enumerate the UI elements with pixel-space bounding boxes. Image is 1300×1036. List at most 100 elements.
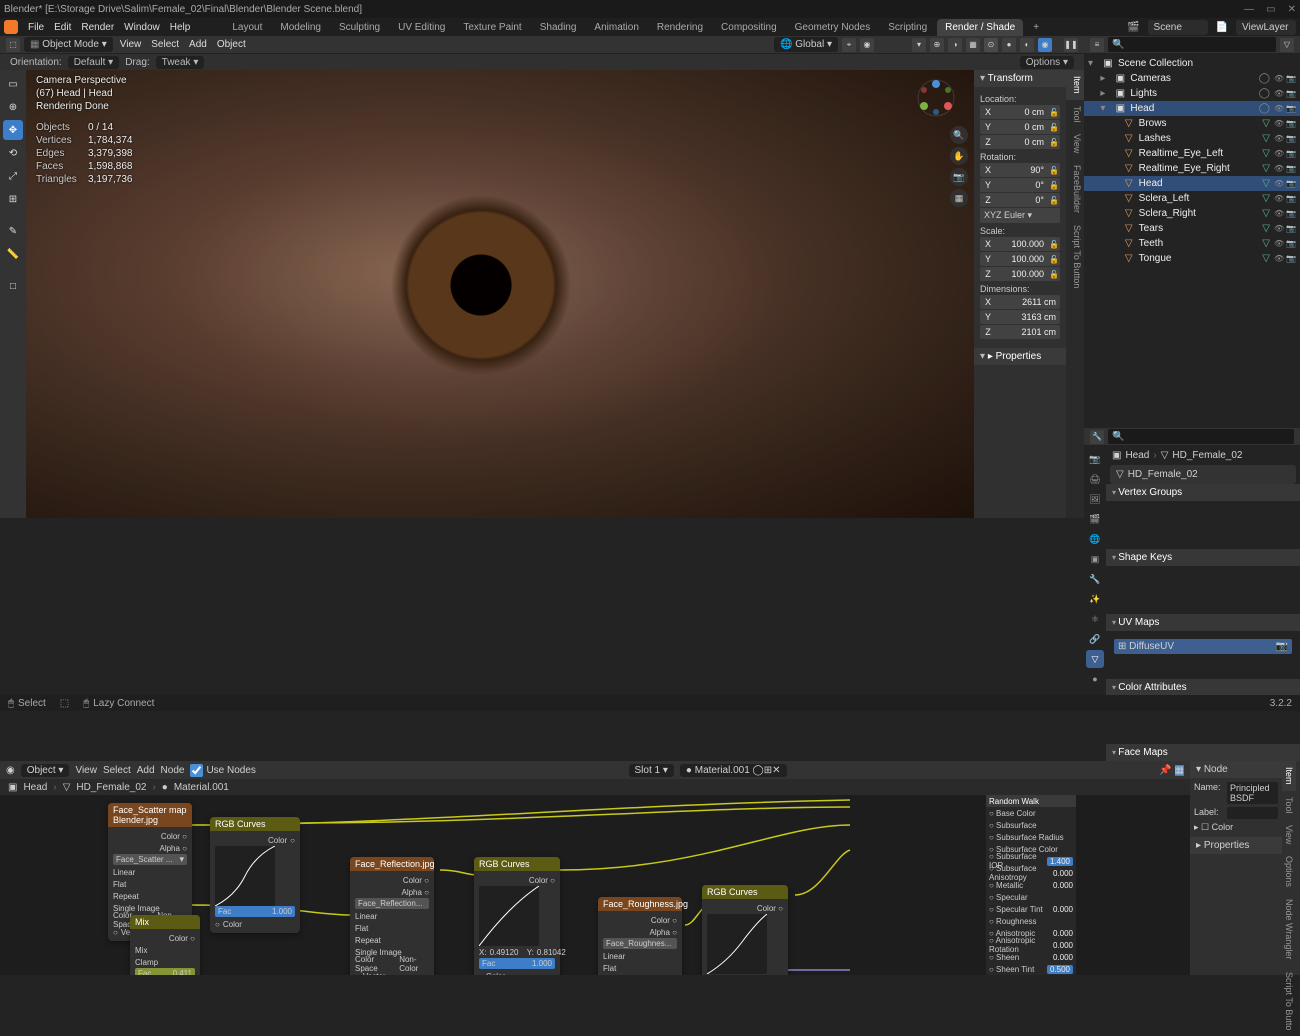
ws-tab-uv-editing[interactable]: UV Editing: [390, 19, 453, 36]
proptab-data[interactable]: ▽: [1086, 650, 1104, 668]
ws-tab-layout[interactable]: Layout: [224, 19, 270, 36]
node-label-field[interactable]: [1227, 807, 1278, 819]
editor-type-icon[interactable]: ⬚: [6, 38, 20, 52]
proptab-constraint[interactable]: 🔗: [1086, 630, 1104, 648]
use-nodes-check[interactable]: Use Nodes: [190, 764, 255, 777]
rotmode[interactable]: XYZ Euler ▾: [980, 208, 1060, 223]
tree-item-tongue[interactable]: ▽Tongue▽👁📷: [1084, 251, 1300, 266]
mode-selector[interactable]: ▦ Object Mode ▾: [24, 37, 113, 52]
proptab-modifier[interactable]: 🔧: [1086, 570, 1104, 588]
proptab-material[interactable]: ●: [1086, 670, 1104, 688]
proptab-particle[interactable]: ✨: [1086, 590, 1104, 608]
npanel-transform[interactable]: Transform: [974, 70, 1066, 87]
window-maximize[interactable]: ▭: [1266, 4, 1275, 15]
mat-name[interactable]: ● Material.001 ◯⊞✕: [680, 764, 787, 777]
tool-scale[interactable]: ⤢: [3, 166, 23, 186]
menu-render[interactable]: Render: [81, 22, 114, 33]
transform-orientation[interactable]: 🌐 Global ▾: [774, 37, 838, 52]
nside-node[interactable]: Node: [1204, 764, 1228, 775]
loc-y[interactable]: Y0 cm🔓: [980, 120, 1060, 134]
ntab-script-to-button[interactable]: Script To Button: [1066, 219, 1084, 294]
principled-subsurface-anisotropy[interactable]: ○ Subsurface Anisotropy0.000: [986, 867, 1076, 879]
ws-tab-sculpting[interactable]: Sculpting: [331, 19, 388, 36]
nodeeditor-type-icon[interactable]: ◉: [6, 765, 15, 776]
principled-roughness[interactable]: ○ Roughness: [986, 915, 1076, 927]
menu-window[interactable]: Window: [124, 22, 160, 33]
tree-item-teeth[interactable]: ▽Teeth▽👁📷: [1084, 236, 1300, 251]
principled-subsurface-radius[interactable]: ○ Subsurface Radius: [986, 831, 1076, 843]
gizmo-icon[interactable]: ⊕: [930, 38, 944, 52]
loc-x[interactable]: X0 cm🔓: [980, 105, 1060, 119]
ne-view[interactable]: View: [75, 765, 97, 776]
principled-anisotropic-rotation[interactable]: ○ Anisotropic Rotation0.000: [986, 939, 1076, 951]
principled-base-color[interactable]: ○ Base Color: [986, 807, 1076, 819]
vis-selectability-icon[interactable]: ▾: [912, 38, 926, 52]
vp-options[interactable]: Options ▾: [1020, 56, 1074, 69]
tool-move[interactable]: ✥: [3, 120, 23, 140]
shading-matprev-icon[interactable]: ◐: [1020, 38, 1034, 52]
blender-logo-icon[interactable]: [4, 20, 18, 34]
proportional-icon[interactable]: ◉: [860, 38, 874, 52]
ws-tab-geometry-nodes[interactable]: Geometry Nodes: [787, 19, 879, 36]
node-scatter-title[interactable]: Face_Scatter map Blender.jpg: [108, 803, 192, 827]
ws-tab-render-shade[interactable]: Render / Shade: [937, 19, 1023, 36]
section-colorattrs[interactable]: Color Attributes: [1106, 679, 1300, 696]
shading-wire-icon[interactable]: ⊙: [984, 38, 998, 52]
principled-subsurface[interactable]: ○ Subsurface: [986, 819, 1076, 831]
3d-viewport[interactable]: Camera Perspective (67) Head | Head Rend…: [26, 70, 974, 518]
overlay-icon[interactable]: ◑: [948, 38, 962, 52]
tree-item-head[interactable]: ▽Head▽👁📷: [1084, 176, 1300, 191]
ntab-facebuilder[interactable]: FaceBuilder: [1066, 159, 1084, 219]
npanel-props[interactable]: ▸ Properties: [974, 348, 1066, 365]
node-rgbcurves1[interactable]: RGB Curves: [210, 817, 300, 831]
nav-zoom[interactable]: 🔍: [950, 126, 968, 144]
section-vertexgroups[interactable]: Vertex Groups: [1106, 484, 1300, 501]
nstab-options[interactable]: Options: [1282, 850, 1296, 893]
dim-z[interactable]: Z2101 cm: [980, 325, 1060, 339]
nav-persp[interactable]: ▦: [950, 189, 968, 207]
node-rgbcurves3[interactable]: RGB Curves: [474, 857, 560, 871]
window-minimize[interactable]: —: [1244, 4, 1254, 15]
ws-tab-compositing[interactable]: Compositing: [713, 19, 785, 36]
tree-item-tears[interactable]: ▽Tears▽👁📷: [1084, 221, 1300, 236]
principled-sheen[interactable]: ○ Sheen0.000: [986, 951, 1076, 963]
uvmap-item[interactable]: DiffuseUV: [1129, 641, 1174, 652]
dim-y[interactable]: Y3163 cm: [980, 310, 1060, 324]
nav-pan[interactable]: ✋: [950, 147, 968, 165]
menu-edit[interactable]: Edit: [54, 22, 71, 33]
tree-item-head[interactable]: ▾▣Head◯👁📷: [1084, 101, 1300, 116]
xray-icon[interactable]: ▦: [966, 38, 980, 52]
ntab-tool[interactable]: Tool: [1066, 100, 1084, 129]
orientation-value[interactable]: Default ▾: [68, 56, 120, 69]
outliner-search[interactable]: [1108, 37, 1276, 52]
principled-specular-tint[interactable]: ○ Specular Tint0.000: [986, 903, 1076, 915]
ne-pin-icon[interactable]: 📌: [1159, 765, 1171, 776]
scl-z[interactable]: Z100.000🔓: [980, 267, 1060, 281]
menu-file[interactable]: File: [28, 22, 44, 33]
bc-data[interactable]: HD_Female_02: [1172, 450, 1242, 461]
vp-menu-add[interactable]: Add: [186, 39, 210, 50]
ne-backdrop-icon[interactable]: ▦: [1175, 765, 1184, 776]
ws-tab-scripting[interactable]: Scripting: [880, 19, 935, 36]
principled-metallic[interactable]: ○ Metallic0.000: [986, 879, 1076, 891]
tree-item-cameras[interactable]: ▸▣Cameras◯👁📷: [1084, 71, 1300, 86]
node-rgbcurves4[interactable]: RGB Curves: [702, 885, 788, 899]
nstab-tool[interactable]: Tool: [1282, 791, 1296, 820]
tool-cursor[interactable]: ⊕: [3, 97, 23, 117]
nav-camera[interactable]: 📷: [950, 168, 968, 186]
ws-tab--[interactable]: +: [1025, 19, 1047, 36]
proptab-world[interactable]: 🌐: [1086, 530, 1104, 548]
ws-tab-shading[interactable]: Shading: [532, 19, 585, 36]
viewlayer-field[interactable]: ViewLayer: [1236, 20, 1296, 35]
tree-item-sclera-right[interactable]: ▽Sclera_Right▽👁📷: [1084, 206, 1300, 221]
nstab-node-wrangler[interactable]: Node Wrangler: [1282, 893, 1296, 965]
node-reflection[interactable]: Face_Reflection.jpg: [350, 857, 434, 871]
nb-mesh[interactable]: HD_Female_02: [76, 782, 146, 793]
shading-rendered-icon[interactable]: ◉: [1038, 38, 1052, 52]
snap-icon[interactable]: ⌖: [842, 38, 856, 52]
ws-tab-animation[interactable]: Animation: [586, 19, 646, 36]
node-name-field[interactable]: Principled BSDF: [1227, 782, 1278, 804]
nav-gizmo[interactable]: [916, 78, 956, 118]
meshdata-name[interactable]: HD_Female_02: [1128, 469, 1198, 480]
ne-node[interactable]: Node: [161, 765, 185, 776]
